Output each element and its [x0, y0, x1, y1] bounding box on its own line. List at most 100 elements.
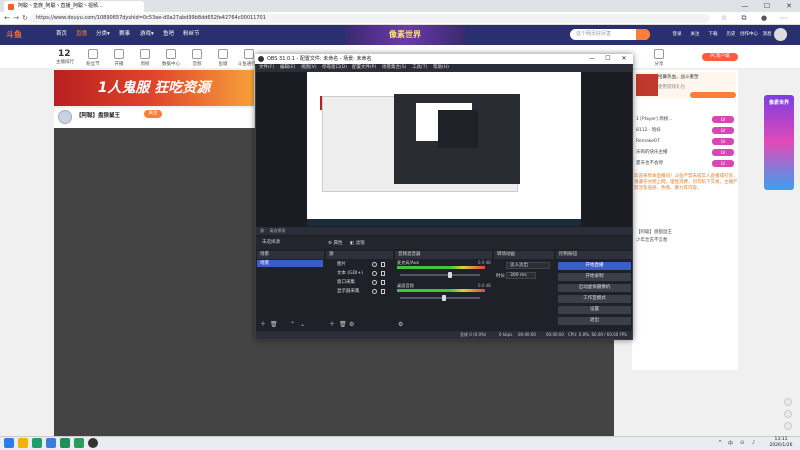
menu-file[interactable]: 文件(F) — [259, 64, 274, 72]
obs-taskbar-icon[interactable] — [88, 438, 98, 448]
edge-icon[interactable] — [32, 438, 42, 448]
rank-row[interactable]: 8112 · 饱抖 LV — [636, 126, 734, 135]
rank-row[interactable]: Remake07 LV — [636, 137, 734, 146]
visibility-icon[interactable] — [372, 271, 377, 276]
start-recording-button[interactable]: 开始录制 — [558, 273, 631, 281]
menu-tools[interactable]: 工具(T) — [412, 64, 427, 72]
store-icon[interactable] — [46, 438, 56, 448]
visibility-icon[interactable] — [372, 280, 377, 285]
network-icon[interactable]: ⊙ — [740, 440, 744, 446]
header-banner[interactable]: 像素世界 — [345, 25, 465, 45]
transition-select[interactable]: 淡入淡出 — [506, 262, 550, 269]
lock-icon[interactable] — [381, 289, 385, 294]
remove-scene-button[interactable]: 🗑 — [270, 321, 278, 329]
subnav-share[interactable]: 分享 — [646, 49, 672, 67]
nav-home[interactable]: 首页 — [56, 29, 67, 40]
nav-events[interactable]: 赛事 — [119, 29, 130, 40]
subnav-fanfest[interactable]: 粉丝节 — [80, 49, 106, 67]
add-scene-button[interactable]: ＋ — [260, 321, 266, 329]
subnav-audio[interactable]: 音频 — [184, 49, 210, 67]
rank-row[interactable]: 夏天也不会停 LV — [636, 159, 734, 168]
source-text[interactable]: 文本 (GDI+) — [329, 270, 385, 277]
extensions-icon[interactable]: ⧉ — [740, 14, 748, 23]
filters-button[interactable]: ◧ 滤镜 — [350, 240, 365, 246]
side-tool-icon[interactable] — [784, 410, 792, 418]
source-window-capture[interactable]: 窗口采集 — [329, 279, 385, 286]
visibility-icon[interactable] — [372, 289, 377, 294]
lock-icon[interactable] — [381, 262, 385, 267]
subnav-pond[interactable]: 鱼塘 — [210, 49, 236, 67]
scene-item[interactable]: 场景 — [257, 260, 323, 267]
back-icon[interactable]: ← — [3, 14, 11, 23]
properties-button[interactable]: ⚙ 属性 — [328, 240, 342, 246]
menu-icon[interactable]: ⋯ — [780, 14, 788, 23]
app-icon[interactable] — [74, 438, 84, 448]
obs-minimize-button[interactable]: — — [586, 54, 598, 64]
nav-live[interactable]: 直播 — [76, 29, 87, 40]
rank-row[interactable]: 乐购的快乐主播 LV — [636, 148, 734, 157]
header-download[interactable]: 下载 — [704, 31, 722, 37]
taskbar-clock[interactable]: 13:11 2026/1/26 — [766, 437, 796, 449]
nav-category[interactable]: 分类▾ — [96, 29, 110, 40]
exit-button[interactable]: 退出 — [558, 317, 631, 325]
user-avatar[interactable] — [774, 28, 787, 41]
source-settings-icon[interactable]: ⚙ — [349, 321, 354, 329]
side-ad[interactable]: 像素世界 — [764, 95, 794, 190]
subnav-broadcast[interactable]: 开播 — [106, 49, 132, 67]
header-history[interactable]: 历史 — [722, 31, 740, 37]
duration-input[interactable]: 300 ms — [506, 272, 536, 279]
scroll-top-icon[interactable] — [784, 422, 792, 430]
move-down-icon[interactable]: ⌄ — [300, 321, 305, 329]
forward-icon[interactable]: → — [12, 14, 20, 23]
mixer-settings-icon[interactable]: ⚙ — [398, 321, 403, 329]
header-follow[interactable]: 关注 — [686, 31, 704, 37]
profile-icon[interactable]: ● — [760, 14, 768, 23]
lock-icon[interactable] — [381, 280, 385, 285]
visibility-icon[interactable] — [372, 262, 377, 267]
streamer-avatar[interactable] — [58, 110, 72, 124]
volume-slider[interactable] — [400, 297, 480, 299]
volume-slider-handle[interactable] — [447, 272, 452, 278]
lock-icon[interactable] — [381, 271, 385, 276]
volume-icon[interactable]: ♪ — [752, 440, 755, 446]
ad-banner[interactable]: 1人鬼服 狂吃资源 — [54, 70, 254, 106]
douyu-logo[interactable]: 斗鱼 — [6, 29, 48, 40]
subnav-rank[interactable]: 主播排行 — [52, 59, 78, 65]
promo-button[interactable] — [690, 92, 736, 98]
obs-maximize-button[interactable]: ☐ — [602, 54, 614, 64]
url-field[interactable]: https://www.douyu.com/10890657dyshid=0c5… — [30, 14, 710, 23]
nav-games[interactable]: 游戏▾ — [140, 29, 154, 40]
menu-view[interactable]: 视图(V) — [301, 64, 317, 72]
nav-fanfest[interactable]: 粉丝节 — [183, 29, 200, 40]
remove-source-button[interactable]: 🗑 — [339, 321, 347, 329]
start-streaming-button[interactable]: 开始直播 — [558, 262, 631, 270]
browser-tab[interactable]: 阿聪丶皇族_阿聪丶直播_阿聪丶视频... — [4, 1, 144, 12]
start-virtual-camera-button[interactable]: 启动虚拟摄像机 — [558, 284, 631, 292]
star-icon[interactable]: ☆ — [720, 14, 728, 23]
start-icon[interactable] — [4, 438, 14, 448]
reload-icon[interactable]: ↻ — [21, 14, 29, 23]
settings-button[interactable]: 设置 — [558, 306, 631, 314]
menu-docks[interactable]: 停靠窗口(D) — [322, 64, 347, 72]
tray-expand-icon[interactable]: ^ — [718, 440, 722, 446]
obs-close-button[interactable]: ✕ — [618, 54, 630, 64]
volume-slider-handle[interactable] — [442, 295, 446, 301]
menu-edit[interactable]: 编辑(E) — [280, 64, 295, 72]
pc-client-badge[interactable]: PC客户端 — [702, 53, 738, 61]
subnav-data[interactable]: 数据中心 — [158, 49, 184, 67]
menu-help[interactable]: 帮助(H) — [433, 64, 449, 72]
source-image[interactable]: 图片 — [329, 261, 385, 268]
volume-slider[interactable] — [400, 274, 480, 276]
search-input[interactable]: 这个网页好厉害 — [570, 29, 650, 40]
app-icon[interactable] — [60, 438, 70, 448]
explorer-icon[interactable] — [18, 438, 28, 448]
rank-row[interactable]: 1 [Player] 周榜... LV — [636, 115, 734, 124]
close-button[interactable]: ✕ — [778, 0, 800, 12]
header-login[interactable]: 登录 — [668, 31, 686, 37]
ime-icon[interactable]: 中 — [728, 440, 733, 447]
minimize-button[interactable]: — — [734, 0, 756, 12]
source-display-capture[interactable]: 显示器采集 — [329, 288, 385, 295]
subnav-weekly[interactable]: 周榜 — [132, 49, 158, 67]
studio-mode-button[interactable]: 工作室模式 — [558, 295, 631, 303]
header-creator[interactable]: 创作中心 — [740, 31, 758, 37]
